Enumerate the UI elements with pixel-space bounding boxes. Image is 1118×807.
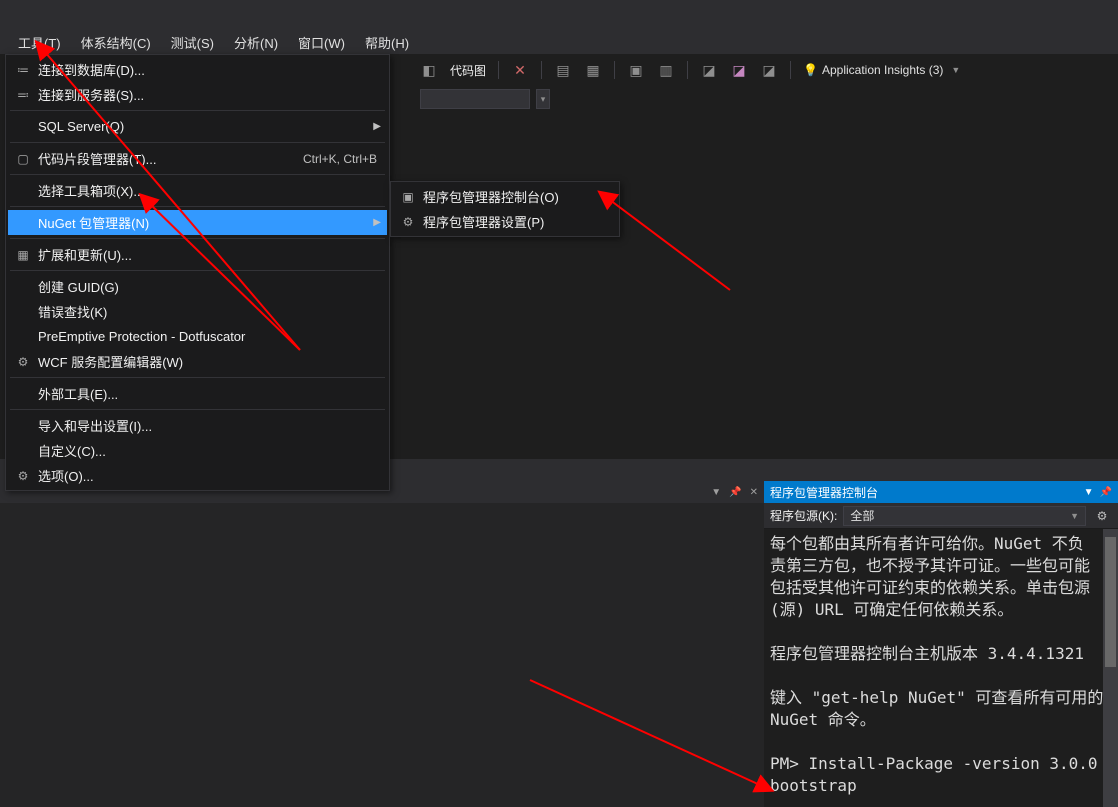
second-toolbar: ▾: [420, 88, 550, 110]
console-prompt[interactable]: PM> Install-Package -version 3.0.0 boots…: [770, 753, 1112, 797]
menu-tools[interactable]: 工具(T): [8, 30, 71, 55]
dropdown-arrow-icon[interactable]: ▼: [1084, 487, 1094, 498]
menu-analyze[interactable]: 分析(N): [224, 30, 288, 55]
flag-icon[interactable]: ◪: [700, 61, 718, 79]
codeview-icon[interactable]: ◧: [420, 61, 438, 79]
menuitem-pm-console[interactable]: ▣程序包管理器控制台(O): [393, 184, 617, 209]
pin-icon[interactable]: 📌: [729, 487, 741, 498]
package-source-dropdown[interactable]: 全部 ▼: [843, 506, 1086, 526]
tb-icon-2[interactable]: ▤: [554, 61, 572, 79]
panel-title: 程序包管理器控制台 ▼ 📌: [764, 481, 1118, 503]
menuitem-snippet-manager[interactable]: ▢代码片段管理器(T)...Ctrl+K, Ctrl+B: [8, 146, 387, 171]
dropdown-arrow-icon[interactable]: ▼: [951, 65, 960, 75]
separator: [10, 206, 385, 207]
menuitem-dotfuscator[interactable]: PreEmptive Protection - Dotfuscator: [8, 324, 387, 349]
settings-gear-icon[interactable]: ⚙: [1092, 509, 1112, 523]
square-icon: ▢: [12, 151, 34, 167]
submenu-arrow-icon: ▶: [371, 121, 381, 132]
flag-icon-2[interactable]: ◪: [730, 61, 748, 79]
toolbar-dropdown-arrow[interactable]: ▾: [536, 89, 550, 109]
gear-icon: ⚙: [397, 215, 419, 229]
chevron-down-icon: ▼: [1070, 511, 1079, 521]
toolbar: ◧ 代码图 ✕ ▤ ▦ ▣ ▥ ◪ ◪ ◪ 💡 Application Insig…: [420, 56, 1108, 84]
separator: [498, 61, 499, 79]
menu-architecture[interactable]: 体系结构(C): [71, 30, 161, 55]
menu-help[interactable]: 帮助(H): [355, 30, 419, 55]
tb-icon-1[interactable]: ✕: [511, 61, 529, 79]
separator: [10, 377, 385, 378]
codeview-label[interactable]: 代码图: [450, 62, 486, 79]
bottom-left-panel: ▼ 📌 ✕: [0, 481, 764, 807]
separator: [10, 110, 385, 111]
menuitem-error-lookup[interactable]: 错误查找(K): [8, 299, 387, 324]
menuitem-nuget[interactable]: NuGet 包管理器(N)▶: [8, 210, 387, 235]
separator: [10, 142, 385, 143]
nuget-submenu: ▣程序包管理器控制台(O) ⚙程序包管理器设置(P): [390, 181, 620, 237]
menuitem-import-export[interactable]: 导入和导出设置(I)...: [8, 413, 387, 438]
menuitem-connect-database[interactable]: ≔连接到数据库(D)...: [8, 57, 387, 82]
menuitem-sqlserver[interactable]: SQL Server(Q)▶: [8, 114, 387, 139]
flag-icon-3[interactable]: ◪: [760, 61, 778, 79]
tb-icon-4[interactable]: ▣: [627, 61, 645, 79]
separator: [614, 61, 615, 79]
separator: [687, 61, 688, 79]
scrollbar[interactable]: [1103, 529, 1118, 807]
separator: [10, 174, 385, 175]
terminal-icon: ▣: [397, 190, 419, 204]
menuitem-choose-toolbox[interactable]: 选择工具箱项(X)...: [8, 178, 387, 203]
server-icon: ≕: [12, 87, 34, 103]
menuitem-customize[interactable]: 自定义(C)...: [8, 438, 387, 463]
menubar: 工具(T) 体系结构(C) 测试(S) 分析(N) 窗口(W) 帮助(H): [0, 30, 1118, 54]
separator: [541, 61, 542, 79]
panel-title-text: 程序包管理器控制台: [770, 484, 878, 501]
separator: [10, 409, 385, 410]
gear-icon: ⚙: [12, 354, 34, 370]
console-text: 程序包管理器控制台主机版本 3.4.4.1321: [770, 643, 1112, 665]
menuitem-pm-settings[interactable]: ⚙程序包管理器设置(P): [393, 209, 617, 234]
submenu-arrow-icon: ▶: [371, 217, 381, 228]
separator: [10, 270, 385, 271]
menuitem-extensions[interactable]: ▦扩展和更新(U)...: [8, 242, 387, 267]
separator: [10, 238, 385, 239]
tb-icon-5[interactable]: ▥: [657, 61, 675, 79]
separator: [790, 61, 791, 79]
console-text: 每个包都由其所有者许可给你。NuGet 不负责第三方包，也不授予其许可证。一些包…: [770, 533, 1112, 621]
package-source-row: 程序包源(K): 全部 ▼ ⚙: [764, 503, 1118, 529]
scroll-thumb[interactable]: [1105, 537, 1116, 667]
extension-icon: ▦: [12, 247, 34, 263]
console-output[interactable]: 每个包都由其所有者许可给你。NuGet 不负责第三方包，也不授予其许可证。一些包…: [764, 529, 1118, 807]
menuitem-external-tools[interactable]: 外部工具(E)...: [8, 381, 387, 406]
lightbulb-icon: 💡: [803, 63, 818, 77]
menuitem-wcf-editor[interactable]: ⚙WCF 服务配置编辑器(W): [8, 349, 387, 374]
tb-icon-3[interactable]: ▦: [584, 61, 602, 79]
package-manager-console-panel: 程序包管理器控制台 ▼ 📌 程序包源(K): 全部 ▼ ⚙ 每个包都由其所有者许…: [764, 481, 1118, 807]
tools-menu-dropdown: ≔连接到数据库(D)... ≕连接到服务器(S)... SQL Server(Q…: [5, 54, 390, 491]
close-icon[interactable]: ✕: [750, 487, 758, 498]
insights-label[interactable]: Application Insights (3): [822, 63, 943, 77]
dropdown-arrow-icon[interactable]: ▼: [711, 487, 721, 498]
menu-window[interactable]: 窗口(W): [288, 30, 355, 55]
database-icon: ≔: [12, 62, 34, 78]
menuitem-options[interactable]: ⚙选项(O)...: [8, 463, 387, 488]
console-text: 键入 "get-help NuGet" 可查看所有可用的 NuGet 命令。: [770, 687, 1112, 731]
package-source-label: 程序包源(K):: [770, 507, 837, 524]
pin-icon[interactable]: 📌: [1100, 487, 1112, 498]
menuitem-connect-server[interactable]: ≕连接到服务器(S)...: [8, 82, 387, 107]
menu-test[interactable]: 测试(S): [161, 30, 224, 55]
gear-icon: ⚙: [12, 468, 34, 484]
menuitem-create-guid[interactable]: 创建 GUID(G): [8, 274, 387, 299]
toolbar-dropdown[interactable]: [420, 89, 530, 109]
